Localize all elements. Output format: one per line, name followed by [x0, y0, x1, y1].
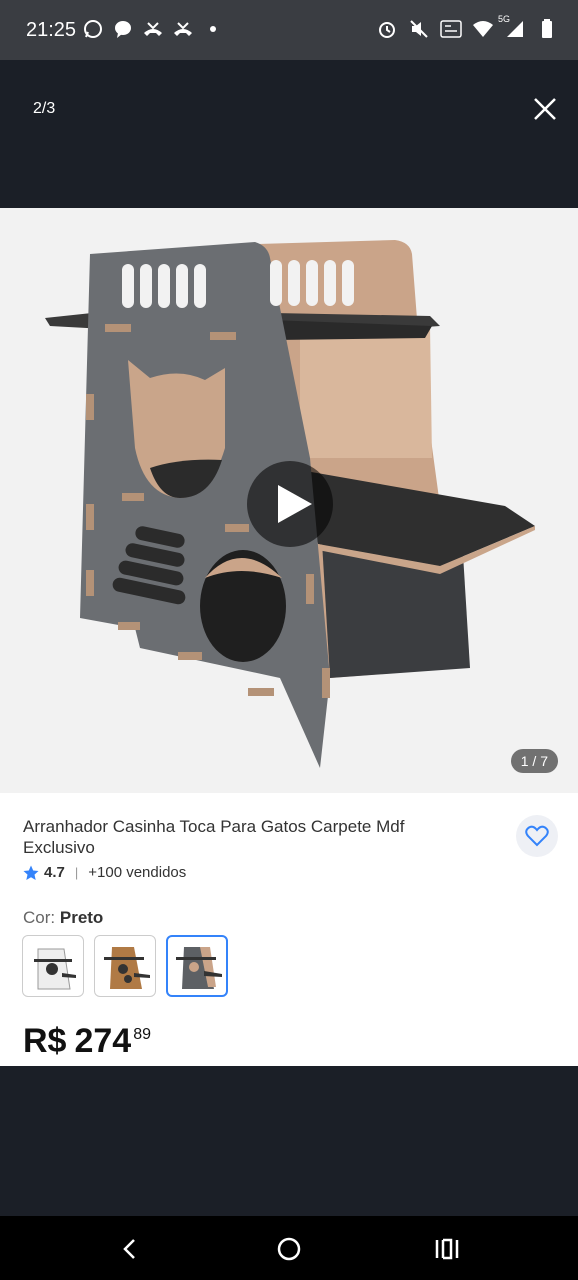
- star-icon: [23, 865, 39, 880]
- variant-swatch-wood[interactable]: [94, 935, 156, 997]
- mute-icon: [408, 18, 430, 40]
- variant-black-thumb: [176, 947, 222, 989]
- price-integer: 274: [74, 1022, 132, 1060]
- product-title: Arranhador Casinha Toca Para Gatos Carpe…: [23, 817, 405, 857]
- chat-icon: [112, 18, 134, 40]
- whatsapp-icon: [82, 18, 104, 40]
- dot-icon: [202, 18, 224, 40]
- variant-swatch-white[interactable]: [22, 935, 84, 997]
- play-button[interactable]: [247, 461, 333, 547]
- rating-separator: |: [74, 865, 79, 880]
- rating-value: 4.7: [44, 864, 65, 881]
- home-icon: [277, 1237, 301, 1261]
- variant-white-thumb: [34, 948, 76, 990]
- close-icon: [534, 98, 556, 120]
- back-icon: [123, 1239, 135, 1259]
- price-cents: 89: [133, 1026, 151, 1043]
- signal-icon: 5G: [498, 14, 526, 40]
- viewer-counter: 2/3: [33, 100, 56, 117]
- variant-value: Preto: [59, 908, 104, 927]
- sold-count: +100 vendidos: [88, 864, 187, 881]
- missed-call-icon: [142, 18, 164, 40]
- heart-icon: [525, 825, 549, 847]
- home-button[interactable]: [272, 1232, 306, 1266]
- variant-label-text: Cor:: [23, 908, 56, 927]
- back-button[interactable]: [113, 1232, 147, 1266]
- product-card: 1 / 7 Arranhador Casinha Toca Para Gatos…: [0, 208, 578, 1066]
- missed-call-icon: [172, 18, 194, 40]
- recents-button[interactable]: [430, 1232, 464, 1266]
- variant-swatches: [22, 935, 228, 997]
- variant-label: Cor: Preto: [23, 908, 103, 928]
- product-image[interactable]: 1 / 7: [0, 208, 578, 793]
- recents-icon: [435, 1238, 459, 1260]
- image-counter: 1 / 7: [510, 749, 558, 773]
- status-time: 21:25: [26, 19, 77, 41]
- play-icon: [278, 485, 312, 523]
- wifi-icon: [472, 18, 494, 40]
- status-bar: 21:25 5G: [0, 0, 578, 60]
- network-label: 5G: [498, 14, 511, 24]
- close-button[interactable]: [532, 96, 558, 122]
- navigation-bar: [0, 1216, 578, 1280]
- variant-swatch-black[interactable]: [166, 935, 228, 997]
- favorite-button[interactable]: [516, 815, 558, 857]
- volte-icon: [440, 18, 462, 40]
- viewer-header: 2/3: [0, 60, 578, 208]
- battery-icon: [536, 18, 558, 40]
- price-currency: R$: [23, 1022, 67, 1060]
- variant-wood-thumb: [104, 947, 150, 989]
- rating-row: 4.7 | +100 vendidos: [23, 864, 186, 881]
- alarm-icon: [376, 18, 398, 40]
- price: R$ 274 89: [23, 1022, 151, 1061]
